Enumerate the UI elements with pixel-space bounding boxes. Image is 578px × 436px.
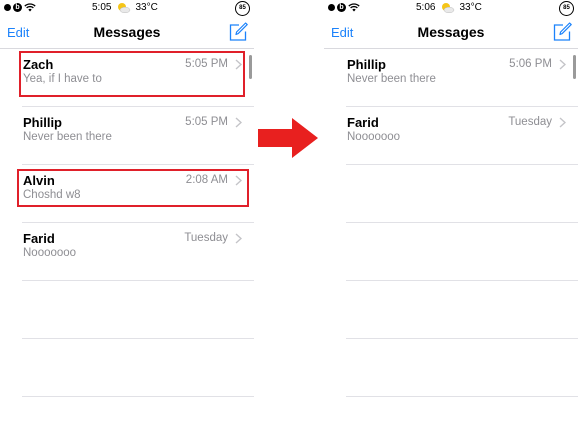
- message-preview: Nooooooo: [23, 247, 77, 259]
- contact-name: Farid: [347, 115, 379, 130]
- status-center: 5:06 33°C: [416, 2, 482, 13]
- empty-row: [324, 165, 578, 223]
- app-b-icon: b: [13, 3, 22, 12]
- status-left-icons: b: [4, 3, 36, 12]
- message-preview: Never been there: [347, 73, 436, 85]
- status-temperature: 33°C: [135, 2, 158, 13]
- messages-screen-before: b 5:05 33°C 85 Edit Messages Zach Yea, i…: [0, 0, 254, 436]
- status-bar: b 5:05 33°C 85: [0, 0, 254, 18]
- contact-name: Phillip: [23, 115, 62, 130]
- message-preview: Nooooooo: [347, 131, 401, 143]
- message-time: 5:05 PM: [185, 58, 228, 70]
- status-time: 5:05: [92, 2, 112, 13]
- navigation-bar: Edit Messages: [324, 18, 578, 49]
- message-time: Tuesday: [184, 232, 228, 244]
- wifi-icon: [24, 3, 36, 12]
- empty-row: [324, 281, 578, 339]
- message-preview: Choshd w8: [23, 189, 81, 201]
- conversation-list: Phillip Never been there 5:06 PM Farid N…: [324, 49, 578, 397]
- message-preview: Yea, if I have to: [23, 73, 102, 85]
- compose-icon[interactable]: [228, 22, 248, 42]
- chevron-right-icon: [235, 175, 242, 186]
- right-arrow-icon: [258, 118, 318, 158]
- wifi-icon: [348, 3, 360, 12]
- conversation-row-zach[interactable]: Zach Yea, if I have to 5:05 PM: [0, 49, 254, 107]
- empty-row: [324, 223, 578, 281]
- empty-row: [0, 339, 254, 397]
- message-time: 2:08 AM: [185, 174, 228, 186]
- conversation-row-phillip[interactable]: Phillip Never been there 5:06 PM: [324, 49, 578, 107]
- weather-sun-cloud-icon: [442, 3, 455, 13]
- conversation-list: Zach Yea, if I have to 5:05 PM Phillip N…: [0, 49, 254, 397]
- chevron-right-icon: [235, 233, 242, 244]
- chevron-right-icon: [235, 117, 242, 128]
- conversation-row-farid[interactable]: Farid Nooooooo Tuesday: [324, 107, 578, 165]
- chevron-right-icon: [235, 59, 242, 70]
- conversation-row-alvin[interactable]: Alvin Choshd w8 2:08 AM: [0, 165, 254, 223]
- contact-name: Farid: [23, 231, 55, 246]
- weather-sun-cloud-icon: [118, 3, 131, 13]
- chevron-right-icon: [559, 59, 566, 70]
- contact-name: Phillip: [347, 57, 386, 72]
- messages-screen-after: b 5:06 33°C 85 Edit Messages Phillip Nev…: [324, 0, 578, 436]
- message-preview: Never been there: [23, 131, 112, 143]
- empty-row: [0, 281, 254, 339]
- battery-icon: 85: [559, 1, 574, 16]
- status-temperature: 33°C: [459, 2, 482, 13]
- row-divider: [346, 396, 578, 397]
- app-b-icon: b: [337, 3, 346, 12]
- page-title: Messages: [417, 24, 485, 40]
- contact-name: Zach: [23, 57, 54, 72]
- status-left-icons: b: [328, 3, 360, 12]
- contact-name: Alvin: [23, 173, 55, 188]
- status-bar: b 5:06 33°C 85: [324, 0, 578, 18]
- empty-row: [324, 339, 578, 397]
- conversation-row-farid[interactable]: Farid Nooooooo Tuesday: [0, 223, 254, 281]
- conversation-row-phillip[interactable]: Phillip Never been there 5:05 PM: [0, 107, 254, 165]
- status-center: 5:05 33°C: [92, 2, 158, 13]
- message-time: Tuesday: [508, 116, 552, 128]
- battery-icon: 85: [235, 1, 250, 16]
- row-divider: [22, 396, 254, 397]
- message-time: 5:05 PM: [185, 116, 228, 128]
- notification-dot-icon: [328, 4, 335, 11]
- notification-dot-icon: [4, 4, 11, 11]
- message-time: 5:06 PM: [509, 58, 552, 70]
- page-title: Messages: [93, 24, 161, 40]
- navigation-bar: Edit Messages: [0, 18, 254, 49]
- chevron-right-icon: [559, 117, 566, 128]
- status-time: 5:06: [416, 2, 436, 13]
- compose-icon[interactable]: [552, 22, 572, 42]
